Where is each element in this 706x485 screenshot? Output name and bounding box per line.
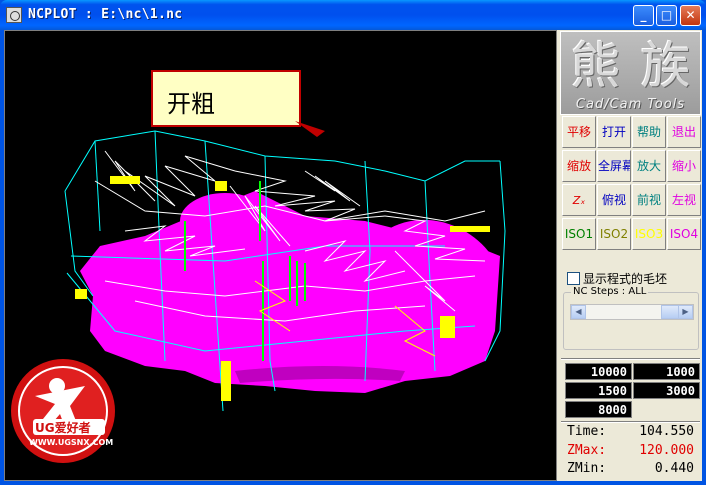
logo-subtitle: Cad/Cam Tools xyxy=(575,97,686,112)
zmin-value: 0.440 xyxy=(654,461,694,476)
pan-button[interactable]: 平移 xyxy=(562,116,596,148)
nc-steps-group: NC Steps : ALL ◀ ▶ xyxy=(563,286,699,350)
help-button[interactable]: 帮助 xyxy=(632,116,666,148)
minimize-button[interactable]: _ xyxy=(633,5,654,26)
brand-logo: 熊 族 Cad/Cam Tools xyxy=(560,31,701,115)
zoom-out-label: 缩小 xyxy=(671,159,696,173)
iso2-button[interactable]: ISO2 xyxy=(597,218,631,250)
fullscreen-button[interactable]: 全屏幕 xyxy=(597,150,631,182)
axis-icon: Zₓ xyxy=(572,194,586,207)
maximize-icon: □ xyxy=(660,8,673,22)
speed-1000[interactable]: 1000 xyxy=(633,363,700,380)
title-bar[interactable]: NCPLOT : E:\nc\1.nc _ □ ✕ xyxy=(0,0,706,30)
window-title: NCPLOT : E:\nc\1.nc xyxy=(28,7,183,22)
callout-arrow xyxy=(295,121,325,137)
exit-button[interactable]: 退出 xyxy=(667,116,701,148)
speed-1500[interactable]: 1500 xyxy=(565,382,632,399)
time-label: Time: xyxy=(567,424,607,439)
checkbox-box[interactable] xyxy=(567,272,580,285)
iso4-label: ISO4 xyxy=(669,227,699,241)
top-view-button[interactable]: 俯视 xyxy=(597,184,631,216)
toolpath-viewport[interactable]: UG爱好者 WWW.UGSNX.COM 开粗 xyxy=(4,30,557,481)
scroll-thumb[interactable] xyxy=(661,305,679,319)
minimize-icon: _ xyxy=(640,8,647,22)
nc-steps-scrollbar[interactable]: ◀ ▶ xyxy=(570,304,694,320)
front-view-label: 前视 xyxy=(636,193,661,207)
zoom-in-button[interactable]: 放大 xyxy=(632,150,666,182)
divider xyxy=(561,358,700,360)
chevron-right-icon: ▶ xyxy=(682,307,689,316)
open-button[interactable]: 打开 xyxy=(597,116,631,148)
zoom-button[interactable]: 缩放 xyxy=(562,150,596,182)
speed-3000[interactable]: 3000 xyxy=(633,382,700,399)
checkbox-label: 显示程式的毛坯 xyxy=(583,272,668,286)
zoom-out-button[interactable]: 缩小 xyxy=(667,150,701,182)
close-button[interactable]: ✕ xyxy=(680,5,701,26)
front-view-button[interactable]: 前视 xyxy=(632,184,666,216)
zmax-value: 120.000 xyxy=(639,443,694,458)
speed-10000[interactable]: 10000 xyxy=(565,363,632,380)
exit-label: 退出 xyxy=(671,125,696,139)
scroll-left-button[interactable]: ◀ xyxy=(571,305,586,319)
iso1-button[interactable]: ISO1 xyxy=(562,218,596,250)
callout-text: 开粗 xyxy=(167,90,215,118)
logo-characters: 熊 族 xyxy=(570,37,693,95)
part-dome xyxy=(180,193,270,249)
iso4-button[interactable]: ISO4 xyxy=(667,218,701,250)
open-label: 打开 xyxy=(601,125,626,139)
pan-label: 平移 xyxy=(566,125,591,139)
zmin-label: ZMin: xyxy=(567,461,607,476)
watermark-brand: UG爱好者 xyxy=(35,421,91,435)
control-panel: 熊 族 Cad/Cam Tools 平移 打开 帮助 退出缩放 全屏幕 放大 缩小 Zₓ 俯视前… xyxy=(559,30,702,481)
zoom-in-label: 放大 xyxy=(636,159,661,173)
divider xyxy=(561,421,700,423)
client-area: UG爱好者 WWW.UGSNX.COM 开粗 熊 族 Cad/Cam Tools… xyxy=(4,30,702,481)
app-icon[interactable] xyxy=(6,7,22,23)
axis-button[interactable]: Zₓ xyxy=(562,184,596,216)
watermark-logo xyxy=(11,359,115,463)
zmax-label: ZMax: xyxy=(567,443,607,458)
zoom-label: 缩放 xyxy=(566,159,591,173)
chevron-left-icon: ◀ xyxy=(575,307,582,316)
left-view-button[interactable]: 左视 xyxy=(667,184,701,216)
app-window: NCPLOT : E:\nc\1.nc _ □ ✕ UG爱好者 WWW.UGSN… xyxy=(0,0,706,485)
top-view-label: 俯视 xyxy=(601,193,626,207)
iso3-label: ISO3 xyxy=(634,227,664,241)
nc-steps-label: NC Steps : ALL xyxy=(571,286,649,297)
left-view-label: 左视 xyxy=(671,193,696,207)
iso2-label: ISO2 xyxy=(599,227,629,241)
watermark-banner: UG爱好者 xyxy=(33,419,105,435)
iso3-button[interactable]: ISO3 xyxy=(632,218,666,250)
maximize-button[interactable]: □ xyxy=(656,5,677,26)
roughing-callout: 开粗 xyxy=(151,70,301,127)
fullscreen-label: 全屏幕 xyxy=(598,159,631,173)
time-value: 104.550 xyxy=(639,424,694,439)
show-stock-checkbox[interactable]: 显示程式的毛坯 xyxy=(567,270,667,287)
scroll-right-button[interactable]: ▶ xyxy=(678,305,693,319)
help-label: 帮助 xyxy=(636,125,661,139)
iso1-label: ISO1 xyxy=(564,227,594,241)
watermark-url: WWW.UGSNX.COM xyxy=(29,438,114,447)
speed-8000[interactable]: 8000 xyxy=(565,401,632,418)
close-icon: ✕ xyxy=(685,8,696,22)
